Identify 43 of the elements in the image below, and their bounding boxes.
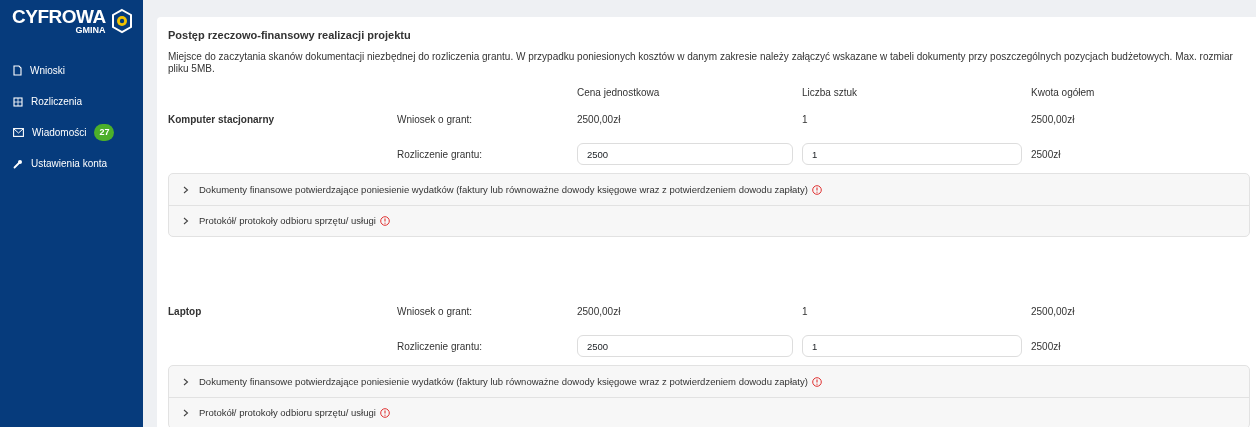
accordion-header[interactable]: Protokół/ protokoły odbioru sprzętu/ usługi xyxy=(169,205,1249,237)
sidebar-item[interactable]: Rozliczenia xyxy=(0,86,143,117)
input-field[interactable]: 2500 xyxy=(577,143,793,166)
count-badge: 27 xyxy=(94,123,115,142)
row-label: Wniosek o grant: xyxy=(397,304,473,319)
row-label: Wniosek o grant: xyxy=(397,112,473,127)
table-cell-text: 2500,00zł xyxy=(1031,304,1075,319)
accordion-header[interactable]: Dokumenty finansowe potwierdzające poniesienie wydatków (faktury lub równoważne dowody księgowe wraz z potwierdzeniem dowodu zapłaty) xyxy=(169,174,1249,206)
input-field[interactable]: 2500 xyxy=(577,335,793,358)
sidebar-item[interactable]: Wiadomości 27 xyxy=(0,117,143,148)
table-cell-text: 1 xyxy=(802,112,808,127)
envelope-icon xyxy=(13,128,24,137)
table-cell-text: 2500,00zł xyxy=(577,112,621,127)
row-label: Rozliczenie grantu: xyxy=(397,147,483,162)
accordion-header[interactable]: Protokół/ protokoły odbioru sprzętu/ usługi xyxy=(169,397,1249,427)
column-header: Liczba sztuk xyxy=(802,85,858,100)
item-name: Laptop xyxy=(168,304,202,319)
section-title: Postęp rzeczowo-finansowy realizacji projektu xyxy=(168,29,412,43)
item-name: Komputer stacjonarny xyxy=(168,112,275,127)
table-cell-text: 2500zł xyxy=(1031,147,1061,162)
document-icon xyxy=(13,65,22,76)
row-label: Rozliczenie grantu: xyxy=(397,339,483,354)
alert-icon xyxy=(811,184,822,195)
input-field[interactable]: 1 xyxy=(802,335,1022,358)
column-header: Cena jednostkowa xyxy=(577,85,660,100)
sidebar-item[interactable]: Wnioski xyxy=(0,55,143,86)
table-cell-text: 2500,00zł xyxy=(577,304,621,319)
alert-icon xyxy=(379,408,390,419)
alert-icon xyxy=(811,376,822,387)
table-cell-text: 2500zł xyxy=(1031,339,1061,354)
calculator-icon xyxy=(13,96,23,107)
description-text: Miejsce do zaczytania skanów dokumentacji niezbędnej do rozliczenia grantu. W przypadku poniesionych kosztów w danym zakresie należy załączyć wskazane w tabeli dokumenty przy poszczególnych pozycjach budżetowych. Max. rozmiar pliku 5MB. xyxy=(168,51,1234,76)
wrench-icon xyxy=(13,158,23,169)
sidebar-item[interactable]: Ustawienia konta xyxy=(0,148,143,179)
logo-icon xyxy=(109,8,134,34)
table-cell-text: 1 xyxy=(802,304,808,319)
logo-subtitle: GMINA xyxy=(74,26,106,35)
input-field[interactable]: 1 xyxy=(802,143,1022,166)
accordion-header[interactable]: Dokumenty finansowe potwierdzające poniesienie wydatków (faktury lub równoważne dowody księgowe wraz z potwierdzeniem dowodu zapłaty) xyxy=(169,366,1249,398)
logo-wordmark: CYFROWA xyxy=(12,8,106,26)
alert-icon xyxy=(379,216,390,227)
table-cell-text: 2500,00zł xyxy=(1031,112,1075,127)
column-header: Kwota ogółem xyxy=(1031,85,1095,100)
